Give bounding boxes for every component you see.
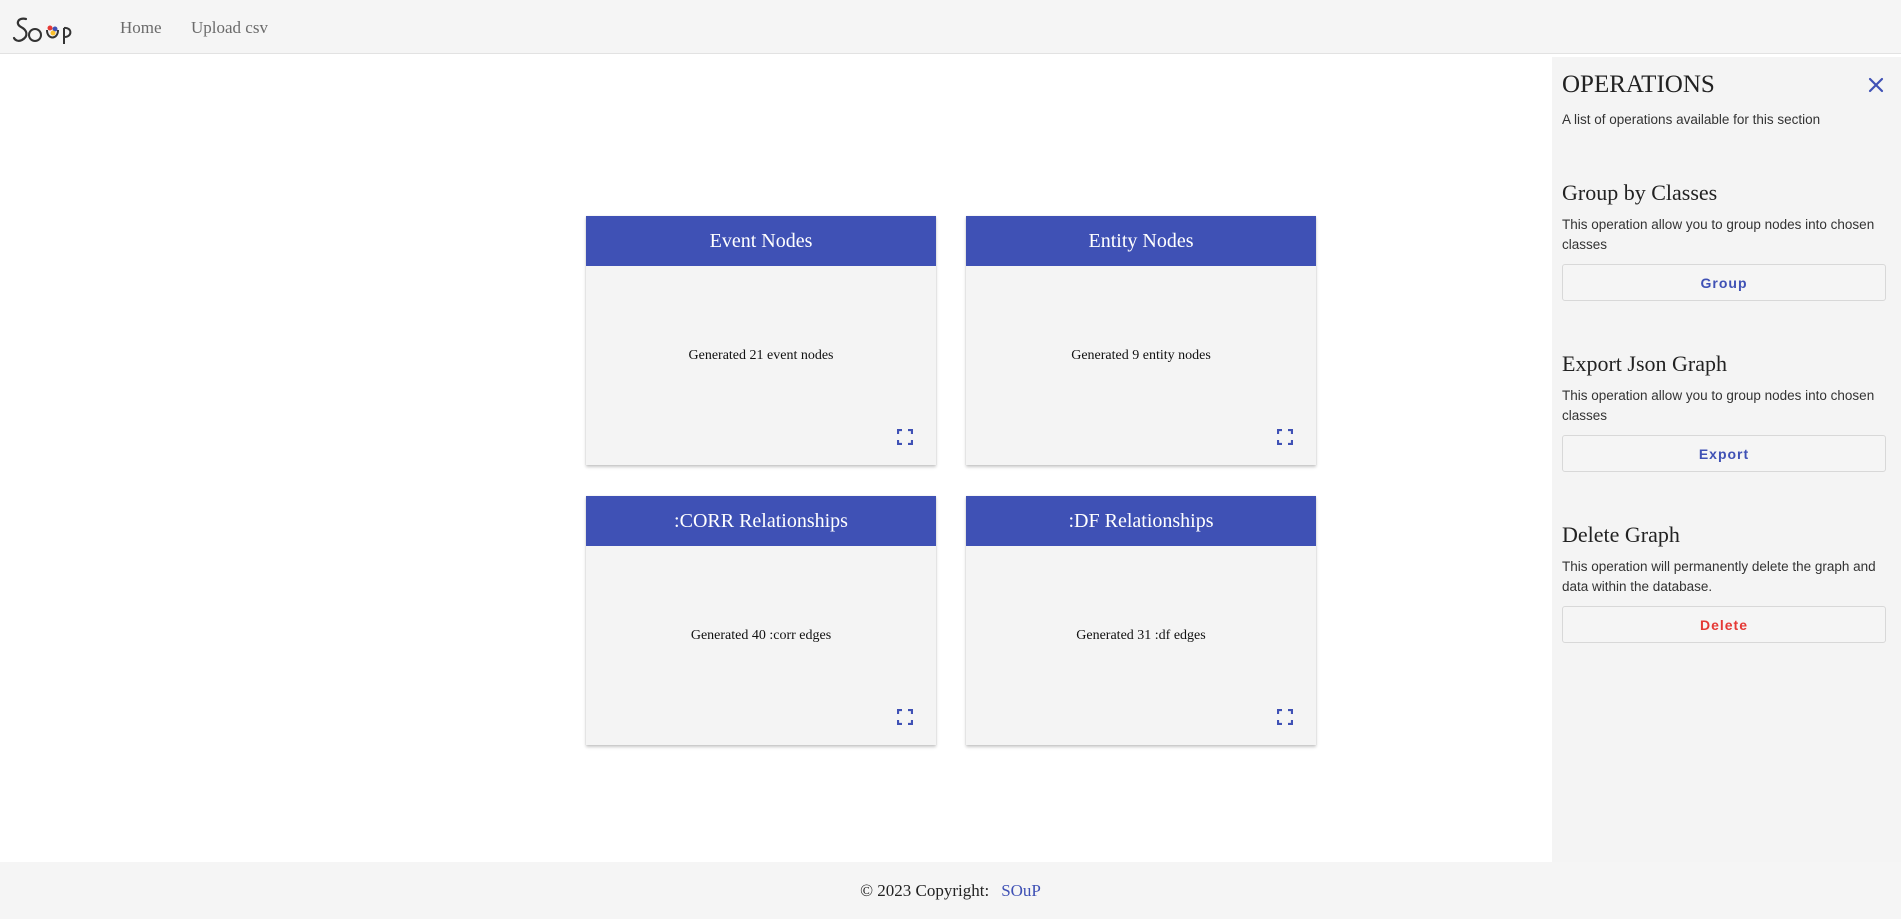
group-button[interactable]: Group bbox=[1562, 264, 1886, 301]
soup-logo-icon[interactable] bbox=[12, 12, 78, 48]
card-event-nodes: Event Nodes Generated 21 event nodes bbox=[586, 216, 936, 465]
card-body: Generated 31 :df edges bbox=[966, 546, 1316, 745]
footer-link-soup[interactable]: SOuP bbox=[1001, 881, 1041, 901]
operation-delete-graph: Delete Graph This operation will permane… bbox=[1562, 522, 1888, 643]
footer: © 2023 Copyright: SOuP bbox=[0, 862, 1901, 919]
operation-export-json-graph: Export Json Graph This operation allow y… bbox=[1562, 351, 1888, 472]
operation-title: Export Json Graph bbox=[1562, 351, 1727, 376]
operations-title: OPERATIONS bbox=[1562, 71, 1715, 98]
operation-description: This operation will permanently delete t… bbox=[1562, 559, 1876, 594]
card-body: Generated 40 :corr edges bbox=[586, 546, 936, 745]
export-button[interactable]: Export bbox=[1562, 435, 1886, 472]
fullscreen-icon[interactable] bbox=[1274, 706, 1296, 728]
operations-subtitle: A list of operations available for this … bbox=[1562, 112, 1821, 127]
operations-panel: OPERATIONS A list of operations availabl… bbox=[1552, 57, 1901, 862]
close-icon[interactable] bbox=[1864, 73, 1888, 97]
card-title: :CORR Relationships bbox=[586, 496, 936, 546]
nav-link-upload-csv[interactable]: Upload csv bbox=[191, 18, 268, 38]
card-df-relationships: :DF Relationships Generated 31 :df edges bbox=[966, 496, 1316, 745]
card-title: Event Nodes bbox=[586, 216, 936, 266]
operation-group-by-classes: Group by Classes This operation allow yo… bbox=[1562, 180, 1888, 301]
fullscreen-icon[interactable] bbox=[894, 706, 916, 728]
fullscreen-icon[interactable] bbox=[1274, 426, 1296, 448]
operation-description: This operation allow you to group nodes … bbox=[1562, 388, 1875, 423]
nav-link-home[interactable]: Home bbox=[120, 18, 162, 38]
delete-button[interactable]: Delete bbox=[1562, 606, 1886, 643]
card-text: Generated 40 :corr edges bbox=[690, 628, 832, 643]
card-text: Generated 31 :df edges bbox=[1076, 628, 1206, 643]
card-body: Generated 9 entity nodes bbox=[966, 266, 1316, 465]
card-text: Generated 21 event nodes bbox=[688, 348, 834, 363]
operation-description: This operation allow you to group nodes … bbox=[1562, 217, 1875, 252]
top-navbar: Home Upload csv bbox=[0, 0, 1901, 54]
card-body: Generated 21 event nodes bbox=[586, 266, 936, 465]
card-title: Entity Nodes bbox=[966, 216, 1316, 266]
card-entity-nodes: Entity Nodes Generated 9 entity nodes bbox=[966, 216, 1316, 465]
card-title: :DF Relationships bbox=[966, 496, 1316, 546]
card-corr-relationships: :CORR Relationships Generated 40 :corr e… bbox=[586, 496, 936, 745]
operation-title: Group by Classes bbox=[1562, 180, 1718, 205]
card-text: Generated 9 entity nodes bbox=[1071, 348, 1211, 363]
footer-copyright: © 2023 Copyright: bbox=[860, 880, 990, 900]
operation-title: Delete Graph bbox=[1562, 522, 1680, 547]
fullscreen-icon[interactable] bbox=[894, 426, 916, 448]
